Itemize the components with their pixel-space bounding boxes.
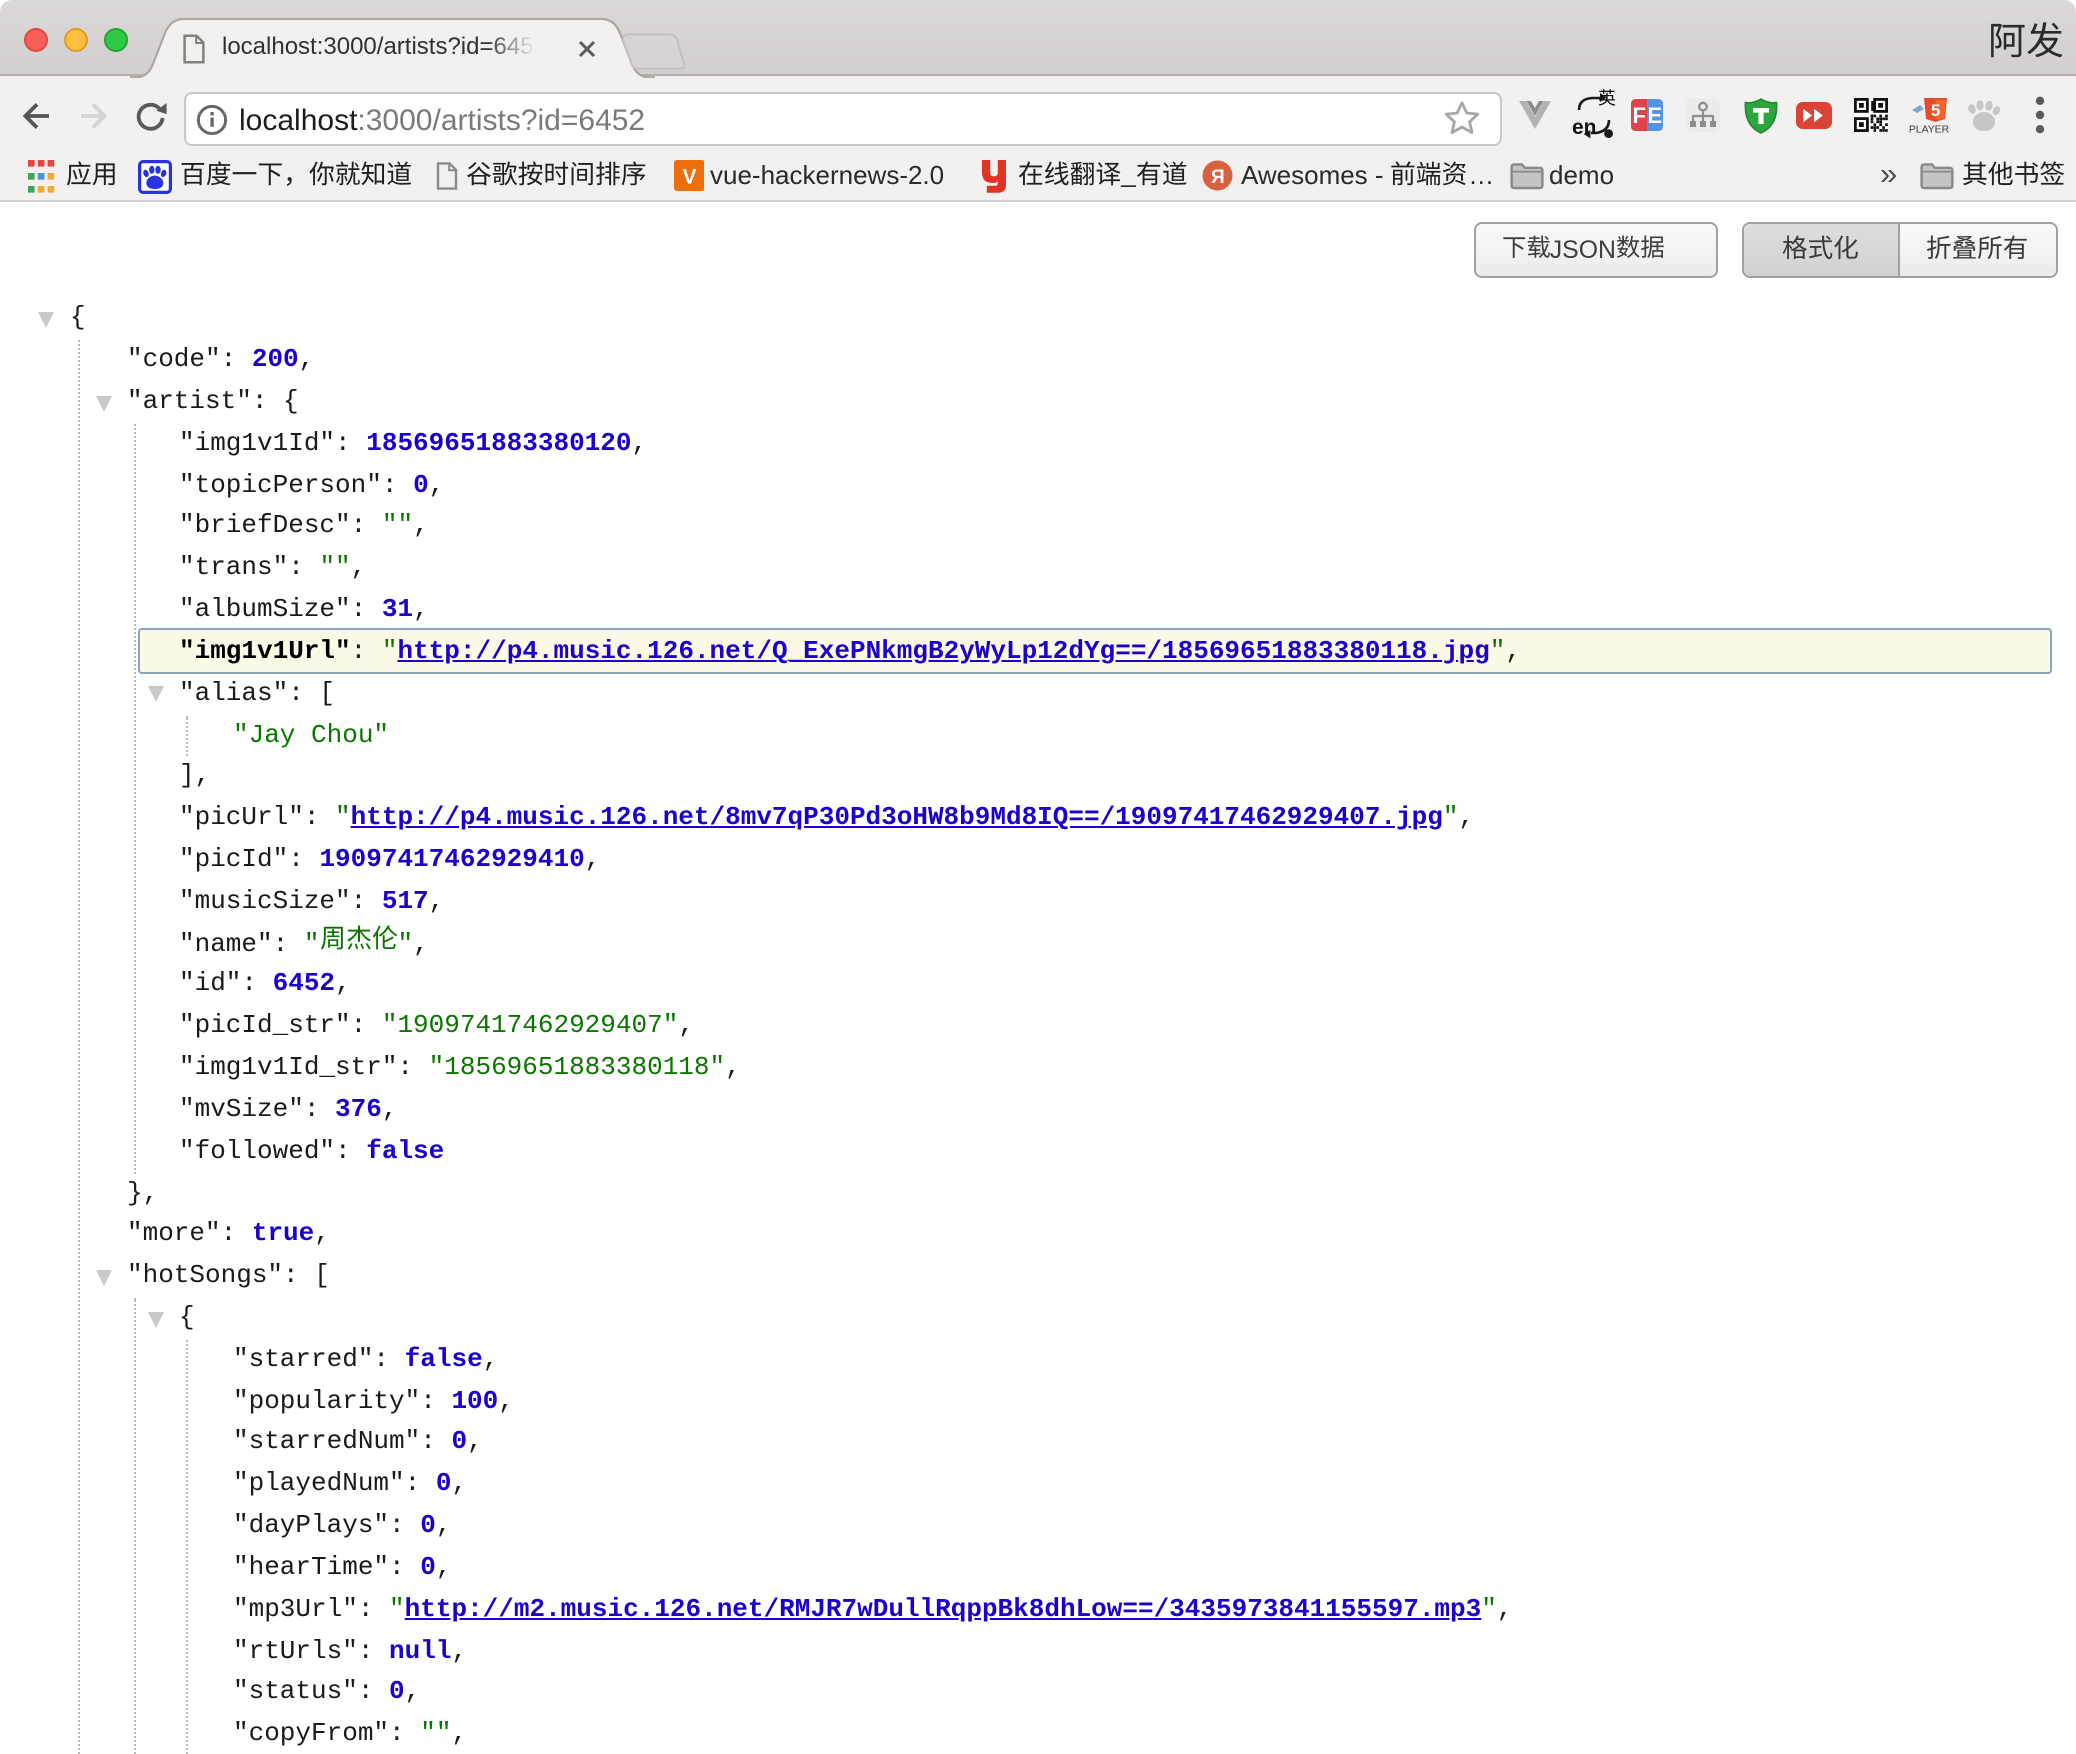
svg-text:E: E bbox=[1647, 103, 1662, 128]
svg-text:PLAYER: PLAYER bbox=[1909, 124, 1950, 134]
svg-text:Я: Я bbox=[1211, 167, 1225, 188]
svg-text:5: 5 bbox=[1931, 101, 1940, 120]
svg-text:V: V bbox=[681, 166, 695, 189]
svg-text:F: F bbox=[1632, 103, 1645, 128]
